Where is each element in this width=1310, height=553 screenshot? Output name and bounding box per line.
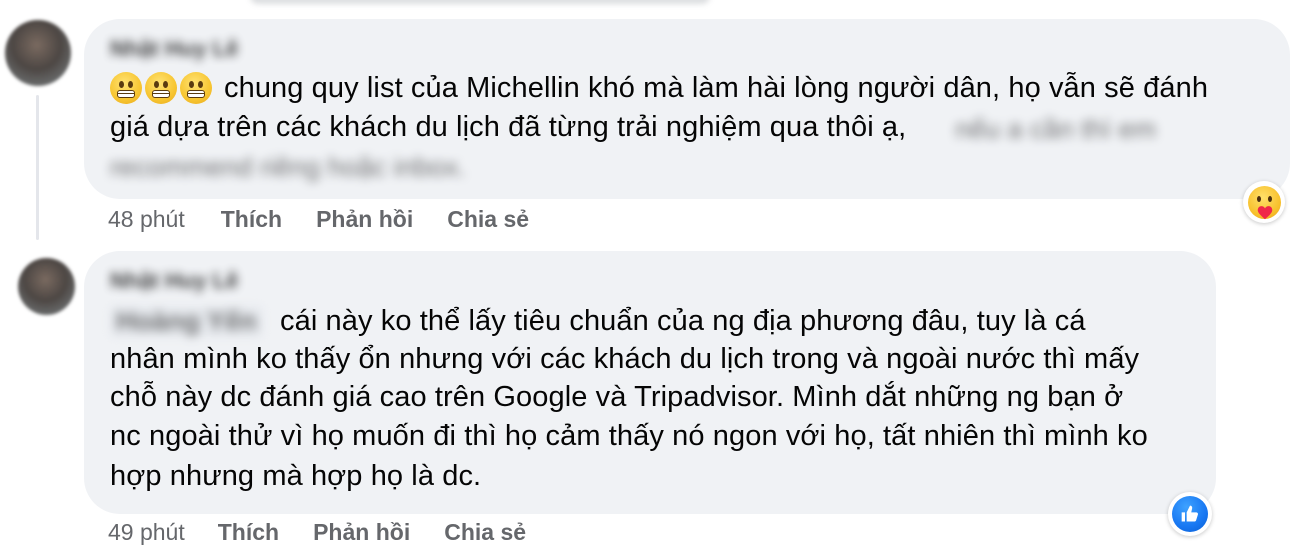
share-button[interactable]: Chia sẻ [444,519,526,546]
comment-actions: 48 phút Thích Phản hồi Chia sẻ [108,206,529,233]
like-button[interactable]: Thích [221,206,282,233]
comment-timestamp[interactable]: 49 phút [108,519,185,546]
reply-button[interactable]: Phản hồi [316,206,413,233]
comment-text-line: nhân mình ko thấy ổn nhưng với các khách… [110,343,1140,375]
heart-icon [1257,205,1272,219]
comment-text-line: hợp nhưng mà hợp họ là dc. [110,460,482,492]
like-button[interactable]: Thích [218,519,279,546]
thumbs-up-icon [1181,505,1198,522]
comment-text-line: cái này ko thể lấy tiêu chuẩn của ng địa… [280,305,1086,337]
comment-timestamp[interactable]: 48 phút [108,206,185,233]
like-reaction-icon[interactable] [1168,492,1212,536]
reply-button[interactable]: Phản hồi [313,519,410,546]
comment-text-line: nc ngoài thử vì họ muốn đi thì họ cảm th… [110,420,1148,452]
comment-text-line: giá dựa trên các khách du lịch đã từng t… [110,111,907,143]
comment-text-line: chung quy list của Michellin khó mà làm … [224,72,1209,104]
comment-thread: Nhật Huy Lê chung quy list của Michellin… [0,0,1310,553]
care-reaction-icon[interactable] [1243,181,1285,223]
comment-actions: 49 phút Thích Phản hồi Chia sẻ [108,519,526,546]
grimacing-face-emoji [180,72,212,104]
comment-author[interactable]: Nhật Huy Lê [110,36,238,62]
grimacing-face-emoji [110,72,142,104]
emoji-group [110,72,212,104]
cut-off-previous-content [250,0,710,4]
avatar[interactable] [5,20,71,86]
mention-tag[interactable]: Hoàng Yến [110,306,263,337]
blurred-text: nếu a cần thì em [955,114,1157,144]
thread-connector-line [36,95,39,240]
grimacing-face-emoji [145,72,177,104]
blurred-text: recommend riêng hoặc inbox. [110,152,466,182]
share-button[interactable]: Chia sẻ [447,206,529,233]
comment-author[interactable]: Nhật Huy Lê [110,268,238,294]
avatar[interactable] [18,258,75,315]
comment-text-line: chỗ này dc đánh giá cao trên Google và T… [110,381,1124,413]
